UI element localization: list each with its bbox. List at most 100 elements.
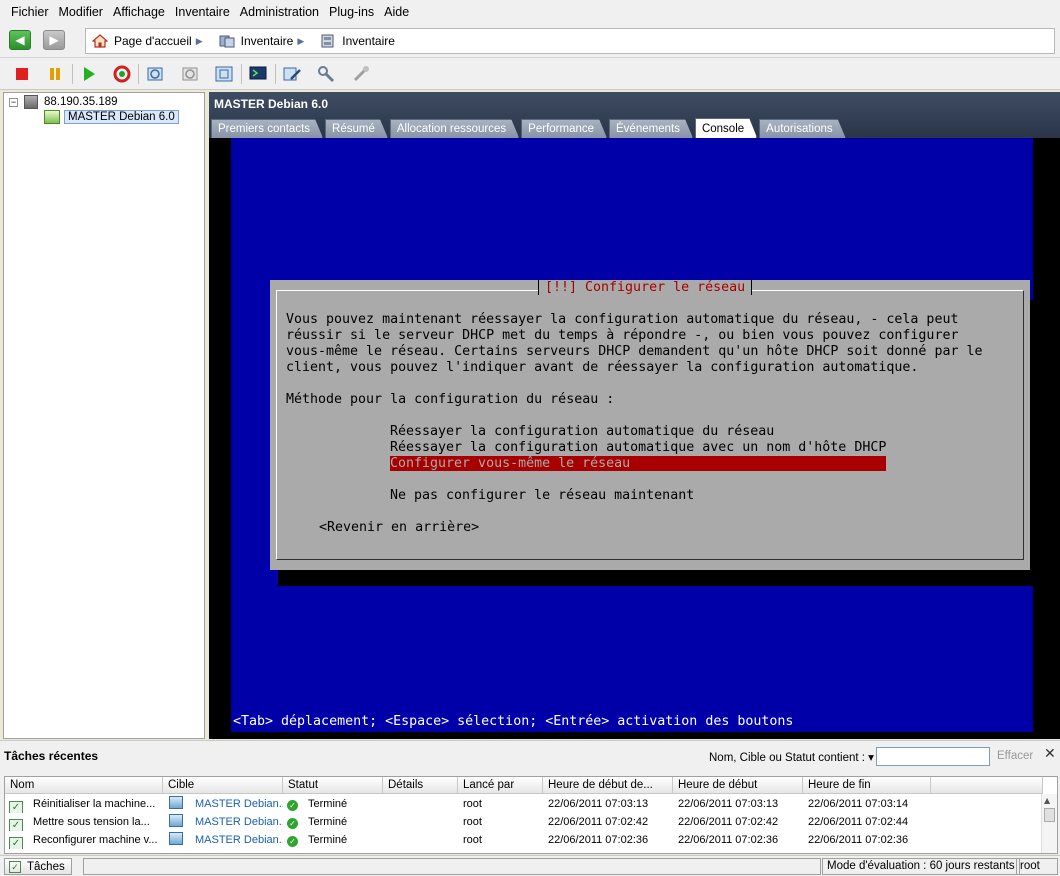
table-row-user: root [463, 816, 482, 828]
table-row-name[interactable]: ✓ Réinitialiser la machine... [9, 795, 163, 813]
table-row-requested: 22/06/2011 07:03:13 [548, 798, 649, 810]
toolbar-separator [241, 64, 242, 84]
network-config-dialog: [!!] Configurer le réseau Vous pouvez ma… [270, 280, 1030, 570]
success-icon: ✓ [287, 836, 298, 847]
evaluation-mode-status: Mode d'évaluation : 60 jours restants [822, 858, 1020, 875]
console-help-line: <Tab> déplacement; <Espace> sélection; <… [233, 714, 794, 729]
chevron-right-icon: ▶ [195, 35, 203, 46]
toolbar [0, 58, 1060, 90]
success-icon: ✓ [287, 800, 298, 811]
menu-fichier[interactable]: Fichier [6, 5, 54, 19]
tree-node-vm[interactable]: MASTER Debian 6.0 [44, 110, 179, 124]
column-header-nom[interactable]: Nom [5, 777, 163, 794]
tab-allocation-ressources[interactable]: Allocation ressources [390, 119, 519, 138]
menu-bar: Fichier Modifier Affichage Inventaire Ad… [0, 0, 1060, 24]
settings-icon [283, 67, 301, 81]
tab-premiers-contacts[interactable]: Premiers contacts [211, 119, 323, 138]
filter-input[interactable] [876, 747, 990, 766]
dialog-text-line: vous-même le réseau. Certains serveurs D… [286, 344, 983, 359]
table-row-start: 22/06/2011 07:03:13 [678, 798, 779, 810]
tab-resume[interactable]: Résumé [325, 119, 388, 138]
snapshot-revert-icon [182, 67, 198, 81]
menu-aide[interactable]: Aide [379, 5, 414, 19]
breadcrumb-inventaire-2[interactable]: Inventaire [314, 34, 395, 48]
table-row-status: ✓ Terminé [287, 813, 383, 831]
column-header-heure-debut[interactable]: Heure de début [673, 777, 803, 794]
table-row-name[interactable]: ✓ Mettre sous tension la... [9, 813, 163, 831]
column-header-details[interactable]: Détails [383, 777, 458, 794]
dialog-text-line: Vous pouvez maintenant réessayer la conf… [286, 312, 959, 327]
close-icon[interactable]: ✕ [1044, 746, 1056, 762]
snapshot-button[interactable] [145, 64, 165, 84]
tasks-icon: ✓ [9, 860, 21, 873]
logged-in-user: root [1016, 858, 1058, 875]
snapshot-icon [147, 67, 163, 81]
tools-button[interactable] [316, 64, 336, 84]
toolbar-separator [72, 64, 73, 84]
column-header-statut[interactable]: Statut [283, 777, 383, 794]
menu-plugins[interactable]: Plug-ins [324, 5, 379, 19]
tab-console[interactable]: Console [695, 118, 757, 138]
tab-autorisations[interactable]: Autorisations [759, 119, 845, 138]
power-on-button[interactable] [79, 64, 99, 84]
table-row-user: root [463, 834, 482, 846]
clear-filter-button[interactable]: Effacer [997, 750, 1033, 762]
table-row-target[interactable]: MASTER Debian... [169, 813, 283, 831]
open-console-button[interactable] [248, 64, 268, 84]
home-icon [91, 34, 109, 48]
revert-snapshot-button[interactable] [180, 64, 200, 84]
column-header-heure-fin[interactable]: Heure de fin [803, 777, 931, 794]
tasks-toggle-button[interactable]: ✓ Tâches [4, 858, 72, 875]
tab-performance[interactable]: Performance [521, 119, 607, 138]
tree-node-host[interactable]: − 88.190.35.189 [9, 95, 118, 109]
edit-settings-button[interactable] [282, 64, 302, 84]
option-configure-manually[interactable]: Configurer vous-même le réseau [390, 456, 886, 471]
vm-console[interactable]: [!!] Configurer le réseau Vous pouvez ma… [209, 138, 1060, 739]
vm-header: MASTER Debian 6.0 Premiers contacts Résu… [209, 92, 1060, 138]
scroll-up-icon[interactable]: ▲ [1044, 796, 1050, 805]
table-row-name[interactable]: ✓ Reconfigurer machine v... [9, 831, 163, 849]
breadcrumb-home[interactable]: Page d'accueil ▶ [86, 34, 203, 48]
migrate-button[interactable] [351, 64, 371, 84]
menu-administration[interactable]: Administration [235, 5, 324, 19]
breadcrumb-inventaire-1[interactable]: Inventaire ▶ [213, 34, 305, 48]
column-header-cible[interactable]: Cible [163, 777, 283, 794]
scroll-thumb[interactable] [1044, 808, 1055, 822]
dialog-title: [!!] Configurer le réseau [538, 280, 753, 295]
filter-dropdown[interactable]: Nom, Cible ou Statut contient : ▾ [709, 750, 874, 764]
arrow-left-icon: ◀ [15, 33, 25, 47]
tab-evenements[interactable]: Événements [609, 119, 693, 138]
tasks-scrollbar[interactable]: ▲ [1041, 794, 1057, 853]
collapse-icon[interactable]: − [9, 97, 18, 107]
table-row-target[interactable]: MASTER Debian... [169, 831, 283, 849]
stop-icon [16, 68, 28, 80]
forward-button[interactable]: ▶ [43, 30, 65, 50]
task-complete-icon: ✓ [9, 819, 23, 831]
table-row-user: root [463, 798, 482, 810]
suspend-button[interactable] [45, 64, 65, 84]
option-retry-dhcp-hostname[interactable]: Réessayer la configuration automatique a… [390, 440, 886, 455]
arrow-right-icon: ▶ [49, 33, 59, 47]
menu-modifier[interactable]: Modifier [54, 5, 108, 19]
option-retry-auto[interactable]: Réessayer la configuration automatique d… [390, 424, 774, 439]
menu-affichage[interactable]: Affichage [108, 5, 170, 19]
reset-button[interactable] [112, 64, 132, 84]
table-row-requested: 22/06/2011 07:02:36 [548, 834, 649, 846]
recent-tasks-title: Tâches récentes [4, 749, 99, 763]
table-row-target[interactable]: MASTER Debian... [169, 795, 283, 813]
power-off-button[interactable] [12, 64, 32, 84]
pause-icon [50, 68, 60, 80]
console-screen[interactable]: [!!] Configurer le réseau Vous pouvez ma… [231, 138, 1038, 732]
status-message-field [83, 858, 821, 875]
refresh-icon [113, 65, 131, 83]
snapshot-manager-button[interactable] [214, 64, 234, 84]
play-icon [84, 67, 95, 81]
chevron-right-icon: ▶ [297, 35, 305, 46]
column-header-heure-demande[interactable]: Heure de début de... [543, 777, 673, 794]
back-button[interactable]: ◀ [9, 30, 31, 50]
column-header-lance-par[interactable]: Lancé par [458, 777, 543, 794]
menu-inventaire[interactable]: Inventaire [170, 5, 235, 19]
option-do-not-configure[interactable]: Ne pas configurer le réseau maintenant [390, 488, 694, 503]
table-row-status: ✓ Terminé [287, 831, 383, 849]
go-back-button[interactable]: <Revenir en arrière> [319, 520, 479, 535]
